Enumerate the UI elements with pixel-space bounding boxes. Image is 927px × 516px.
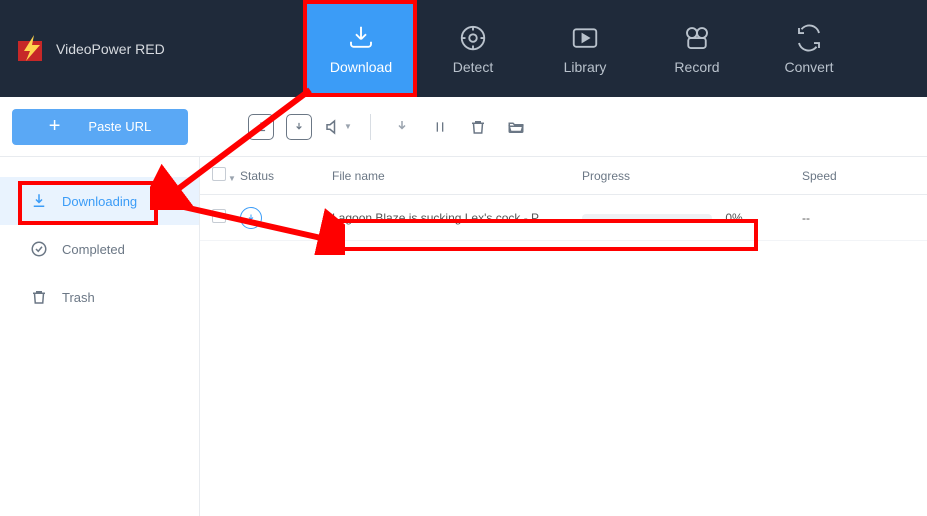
row-checkbox[interactable]: [212, 209, 226, 223]
row-speed: --: [802, 211, 902, 225]
folder-open-icon: [506, 118, 526, 136]
row-progress: 0%: [582, 211, 802, 225]
col-header-speed: Speed: [802, 169, 902, 183]
open-folder-button[interactable]: [503, 114, 529, 140]
batch-download-icon: [254, 120, 268, 134]
app-logo-icon: [16, 33, 48, 65]
app-header: VideoPower RED Download Detect Library R…: [0, 0, 927, 97]
download-all-button[interactable]: [286, 114, 312, 140]
logo-area: VideoPower RED: [0, 33, 305, 65]
sidebar: Downloading Completed Trash: [0, 157, 200, 516]
convert-icon: [794, 23, 824, 53]
volume-button[interactable]: ▼: [324, 114, 352, 140]
col-header-progress: Progress: [582, 169, 802, 183]
toolbar: + Paste URL ▼: [0, 97, 927, 157]
select-all-checkbox[interactable]: [212, 167, 226, 181]
record-icon: [682, 23, 712, 53]
toolbar-icons: ▼: [248, 114, 529, 140]
tab-detect[interactable]: Detect: [417, 0, 529, 97]
paste-url-button[interactable]: + Paste URL: [12, 109, 188, 145]
nav-tabs: Download Detect Library Record Convert: [305, 0, 865, 97]
progress-bar: [582, 214, 712, 222]
speaker-icon: [324, 118, 342, 136]
tab-download[interactable]: Download: [305, 0, 417, 97]
pause-icon: [432, 119, 448, 135]
sidebar-item-completed[interactable]: Completed: [0, 225, 199, 273]
row-filename: Lagoon Blaze is sucking Lex's cock - P..…: [332, 211, 582, 225]
col-header-status: Status: [240, 169, 332, 183]
row-status-downloading-icon: [240, 207, 262, 229]
completed-icon: [30, 240, 48, 258]
batch-download-button[interactable]: [248, 114, 274, 140]
sort-caret-icon[interactable]: ▼: [228, 174, 236, 183]
dropdown-caret-icon: ▼: [344, 122, 352, 131]
detect-icon: [458, 23, 488, 53]
tab-convert[interactable]: Convert: [753, 0, 865, 97]
trash-sidebar-icon: [30, 288, 48, 306]
library-icon: [570, 23, 600, 53]
sidebar-item-downloading[interactable]: Downloading: [0, 177, 199, 225]
sidebar-item-trash[interactable]: Trash: [0, 273, 199, 321]
table-row[interactable]: Lagoon Blaze is sucking Lex's cock - P..…: [200, 195, 927, 241]
download-icon: [346, 23, 376, 53]
download-arrow-icon: [292, 120, 306, 134]
content-area: ▼ Status File name Progress Speed Lagoon…: [200, 157, 927, 516]
col-header-filename: File name: [332, 169, 582, 183]
tab-record[interactable]: Record: [641, 0, 753, 97]
progress-percent: 0%: [725, 211, 742, 225]
delete-button[interactable]: [465, 114, 491, 140]
app-title: VideoPower RED: [56, 41, 165, 57]
plus-icon: +: [49, 115, 61, 138]
tab-library[interactable]: Library: [529, 0, 641, 97]
start-download-icon: [393, 118, 411, 136]
downloading-icon: [30, 192, 48, 210]
trash-icon: [469, 118, 487, 136]
main-body: Downloading Completed Trash ▼ Status Fil…: [0, 157, 927, 516]
pause-button[interactable]: [427, 114, 453, 140]
divider: [370, 114, 371, 140]
table-header: ▼ Status File name Progress Speed: [200, 157, 927, 195]
start-button[interactable]: [389, 114, 415, 140]
